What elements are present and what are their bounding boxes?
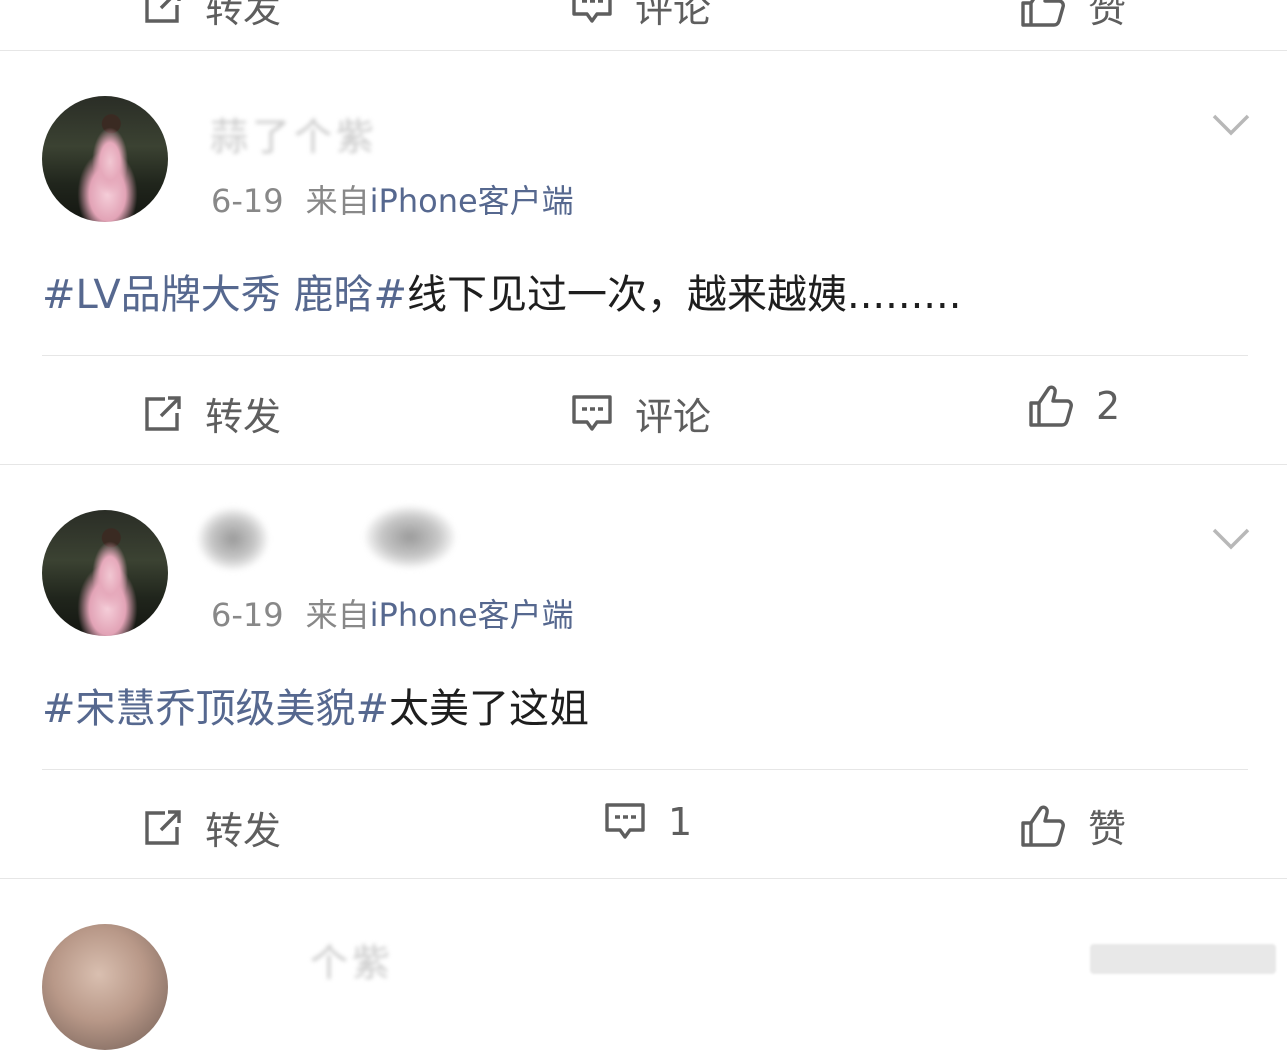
section-divider xyxy=(0,878,1287,879)
avatar[interactable] xyxy=(42,510,168,636)
repost-icon xyxy=(145,0,181,23)
hashtag-link[interactable]: #宋慧乔顶级美貌# xyxy=(42,686,389,732)
post-text: #LV品牌大秀 鹿晗#线下见过一次，越来越姨......... xyxy=(42,262,961,320)
post-divider xyxy=(42,769,1248,770)
comment-icon xyxy=(572,394,612,431)
chevron-down-icon[interactable] xyxy=(1212,114,1250,136)
repost-label: 转发 xyxy=(205,809,282,853)
source-prefix: 来自 xyxy=(305,596,370,634)
post-time: 6-19 xyxy=(211,596,284,634)
post-meta: 6-19 来自iPhone客户端 xyxy=(211,590,574,636)
post-source[interactable]: iPhone客户端 xyxy=(370,596,574,634)
blurred-username-right xyxy=(365,506,455,568)
post-text: #宋慧乔顶级美貌#太美了这姐 xyxy=(42,676,589,734)
comment-label: 评论 xyxy=(635,395,712,439)
comment-label: 评论 xyxy=(635,0,712,31)
like-icon xyxy=(1029,385,1073,427)
post-divider xyxy=(42,355,1248,356)
username[interactable]: 个紫 xyxy=(310,932,394,987)
avatar[interactable] xyxy=(42,96,168,222)
comment-button[interactable]: 评论 xyxy=(571,0,711,33)
blurred-username-left xyxy=(198,508,268,570)
post-body: 线下见过一次，越来越姨......... xyxy=(407,272,962,318)
source-prefix: 来自 xyxy=(305,182,370,220)
repost-label: 转发 xyxy=(205,395,282,439)
chevron-down-icon[interactable] xyxy=(1212,528,1250,550)
like-label: 赞 xyxy=(1088,807,1127,851)
like-icon xyxy=(1021,0,1065,27)
like-label: 赞 xyxy=(1088,0,1127,31)
section-divider xyxy=(0,50,1287,51)
like-button[interactable]: 赞 xyxy=(1020,0,1126,33)
hashtag-link[interactable]: #LV品牌大秀 鹿晗# xyxy=(42,272,407,318)
comment-icon xyxy=(605,803,645,839)
section-divider xyxy=(0,464,1287,465)
post-body: 太美了这姐 xyxy=(389,686,590,732)
comment-button[interactable]: 1 xyxy=(604,800,692,844)
repost-icon xyxy=(145,395,181,431)
avatar[interactable] xyxy=(42,924,168,1050)
post-meta: 6-19 来自iPhone客户端 xyxy=(211,176,574,222)
repost-label: 转发 xyxy=(205,0,282,31)
repost-icon xyxy=(145,809,181,845)
like-button[interactable]: 2 xyxy=(1028,384,1120,428)
comment-button[interactable]: 评论 xyxy=(571,386,711,441)
username[interactable]: 蒜了个紫 xyxy=(210,106,378,161)
like-icon xyxy=(1021,805,1065,847)
repost-button[interactable]: 转发 xyxy=(143,386,281,441)
like-count: 2 xyxy=(1096,384,1121,428)
blurred-overlay xyxy=(1090,944,1276,974)
post-time: 6-19 xyxy=(211,182,284,220)
like-button[interactable]: 赞 xyxy=(1020,798,1126,853)
comment-count: 1 xyxy=(668,800,693,844)
repost-button[interactable]: 转发 xyxy=(143,800,281,855)
post-source[interactable]: iPhone客户端 xyxy=(370,182,574,220)
repost-button[interactable]: 转发 xyxy=(143,0,281,33)
comment-icon xyxy=(572,0,612,23)
